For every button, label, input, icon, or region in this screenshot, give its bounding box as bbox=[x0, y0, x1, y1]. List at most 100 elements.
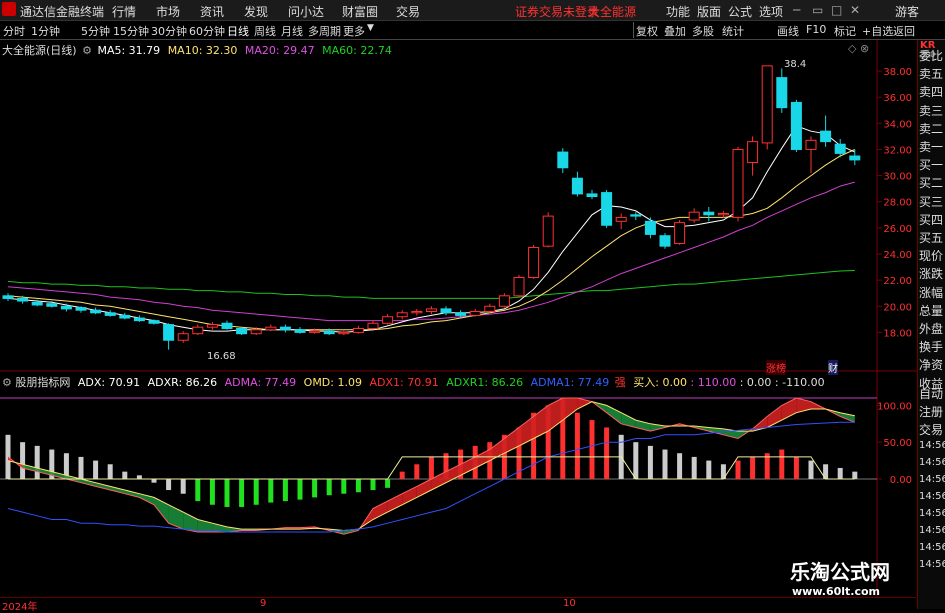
sidebar-item[interactable]: 总量 bbox=[919, 302, 943, 319]
menu-item-options[interactable]: 选项 bbox=[759, 3, 783, 20]
tab-weekly[interactable]: 周线 bbox=[254, 23, 276, 39]
sidebar-item[interactable]: 买四 bbox=[919, 211, 943, 228]
menu-item-trade[interactable]: 交易 bbox=[396, 3, 420, 20]
menu-item-layout[interactable]: 版面 bbox=[697, 3, 721, 20]
sidebar-item[interactable]: 现价 bbox=[919, 247, 943, 264]
indicator-bar bbox=[268, 479, 274, 503]
sidebar-item[interactable]: 买二 bbox=[919, 174, 943, 191]
guest-label[interactable]: 游客 bbox=[895, 3, 919, 20]
menu-item-formula[interactable]: 公式 bbox=[728, 3, 752, 20]
adx-fill bbox=[489, 438, 505, 461]
overlay-button[interactable]: 叠加 bbox=[664, 23, 686, 39]
menu-item-news[interactable]: 资讯 bbox=[200, 3, 224, 20]
minimize-icon[interactable]: ─ bbox=[793, 3, 800, 17]
menu-item-wealth[interactable]: 财富圈 bbox=[342, 3, 378, 20]
sidebar-time: 14:56 bbox=[919, 491, 945, 502]
sidebar-item[interactable]: 卖五 bbox=[919, 65, 943, 82]
menu-item-market[interactable]: 行情 bbox=[112, 3, 136, 20]
maximize-icon[interactable]: □ bbox=[831, 3, 842, 17]
adx-fill bbox=[446, 464, 461, 483]
candle-body bbox=[206, 324, 218, 328]
sidebar-item[interactable]: 自动 bbox=[919, 385, 943, 402]
candle-body bbox=[732, 148, 744, 218]
tab-more[interactable]: 更多 bbox=[343, 23, 365, 39]
sidebar-item[interactable]: 委比 bbox=[919, 47, 943, 64]
indicator-bar bbox=[385, 479, 391, 488]
restore-icon[interactable]: ▭ bbox=[812, 3, 823, 17]
restore-rights-button[interactable]: 复权 bbox=[636, 23, 658, 39]
indicator-bar bbox=[574, 412, 580, 479]
sidebar-item[interactable]: 换手 bbox=[919, 338, 943, 355]
chart-options-icon[interactable]: ◇ ⊗ bbox=[848, 42, 869, 55]
sidebar-item[interactable]: 卖三 bbox=[919, 102, 943, 119]
sidebar-item[interactable]: 买三 bbox=[919, 193, 943, 210]
candle-body bbox=[542, 215, 554, 247]
tab-multi-period[interactable]: 多周期 bbox=[308, 23, 341, 39]
tab-15min[interactable]: 15分钟 bbox=[113, 23, 149, 39]
draw-line-button[interactable]: 画线 bbox=[777, 23, 799, 39]
adx-fill bbox=[81, 479, 96, 487]
adx-fill bbox=[139, 493, 154, 505]
sidebar-item[interactable]: 涨幅 bbox=[919, 284, 943, 301]
sidebar-item[interactable]: 交易 bbox=[919, 421, 943, 438]
indicator-axis-label: 50.00 bbox=[883, 438, 912, 449]
adx-fill bbox=[124, 490, 140, 498]
sidebar-item[interactable]: 涨跌 bbox=[919, 265, 943, 282]
tab-5min[interactable]: 5分钟 bbox=[81, 23, 110, 39]
legend-adma1: ADMA1: 77.49 bbox=[530, 376, 610, 389]
back-button[interactable]: 返回 bbox=[893, 23, 915, 39]
candle-body bbox=[177, 333, 189, 341]
menu-item-ask[interactable]: 问小达 bbox=[288, 3, 324, 20]
indicator-gear-icon[interactable]: ⚙ bbox=[2, 376, 12, 389]
close-icon[interactable]: ✕ bbox=[850, 3, 860, 17]
add-watchlist-button[interactable]: +自选 bbox=[862, 23, 893, 39]
mark-button[interactable]: 标记 bbox=[834, 23, 856, 39]
event-tag-finance[interactable]: 财 bbox=[828, 360, 838, 375]
sidebar-item[interactable]: 买一 bbox=[919, 156, 943, 173]
tab-1min[interactable]: 1分钟 bbox=[31, 23, 60, 39]
sidebar-item[interactable]: 净资 bbox=[919, 356, 943, 373]
sidebar-item[interactable]: 外盘 bbox=[919, 320, 943, 337]
tab-30min[interactable]: 30分钟 bbox=[151, 23, 187, 39]
adx-fill bbox=[548, 398, 563, 432]
menu-item-discover[interactable]: 发现 bbox=[244, 3, 268, 20]
sidebar-time: 14:56 bbox=[919, 542, 945, 553]
adx-fill bbox=[227, 526, 242, 533]
stock-chart[interactable]: 38.00 36.00 34.00 32.00 30.00 28.00 26.00 24.00… bbox=[0, 0, 945, 609]
adx-fill bbox=[533, 405, 549, 439]
price-axis-label: 36.00 bbox=[883, 93, 912, 104]
candle-body bbox=[615, 216, 627, 222]
multi-stock-button[interactable]: 多股 bbox=[692, 23, 714, 39]
sidebar-item[interactable]: 卖二 bbox=[919, 120, 943, 137]
sidebar-item[interactable]: 卖四 bbox=[919, 83, 943, 100]
candle-body bbox=[703, 211, 715, 216]
candle-body bbox=[323, 330, 335, 335]
candle-body bbox=[820, 130, 832, 143]
tab-60min[interactable]: 60分钟 bbox=[189, 23, 225, 39]
adma-line bbox=[7, 421, 855, 533]
menu-item-function[interactable]: 功能 bbox=[666, 3, 690, 20]
statistics-button[interactable]: 统计 bbox=[722, 23, 744, 39]
tab-timeshare[interactable]: 分时 bbox=[3, 23, 25, 39]
tab-daily[interactable]: 日线 bbox=[227, 23, 249, 39]
event-tag-limit-up[interactable]: 涨榜 bbox=[766, 360, 786, 375]
adx-fill bbox=[329, 529, 344, 535]
adx-fill bbox=[840, 412, 855, 423]
watermark-name: 乐淘公式网 bbox=[790, 560, 890, 584]
price-axis-label: 38.00 bbox=[883, 67, 912, 78]
price-axis-label: 26.00 bbox=[883, 224, 912, 235]
settings-gear-icon[interactable]: ⚙ bbox=[82, 44, 92, 57]
sidebar-item[interactable]: 卖一 bbox=[919, 138, 943, 155]
signal-line bbox=[8, 456, 855, 480]
more-chevron-icon[interactable]: ▼ bbox=[367, 23, 374, 33]
tab-monthly[interactable]: 月线 bbox=[281, 23, 303, 39]
sidebar-item[interactable]: 买五 bbox=[919, 229, 943, 246]
f10-button[interactable]: F10 bbox=[806, 23, 826, 36]
indicator-bar bbox=[209, 479, 215, 505]
login-notice[interactable]: 证券交易未登录 bbox=[515, 3, 599, 20]
adx-fill bbox=[504, 427, 519, 454]
menu-item-markets[interactable]: 市场 bbox=[156, 3, 180, 20]
adx-fill bbox=[154, 497, 169, 524]
indicator-bar bbox=[49, 449, 55, 479]
sidebar-item[interactable]: 注册 bbox=[919, 403, 943, 420]
